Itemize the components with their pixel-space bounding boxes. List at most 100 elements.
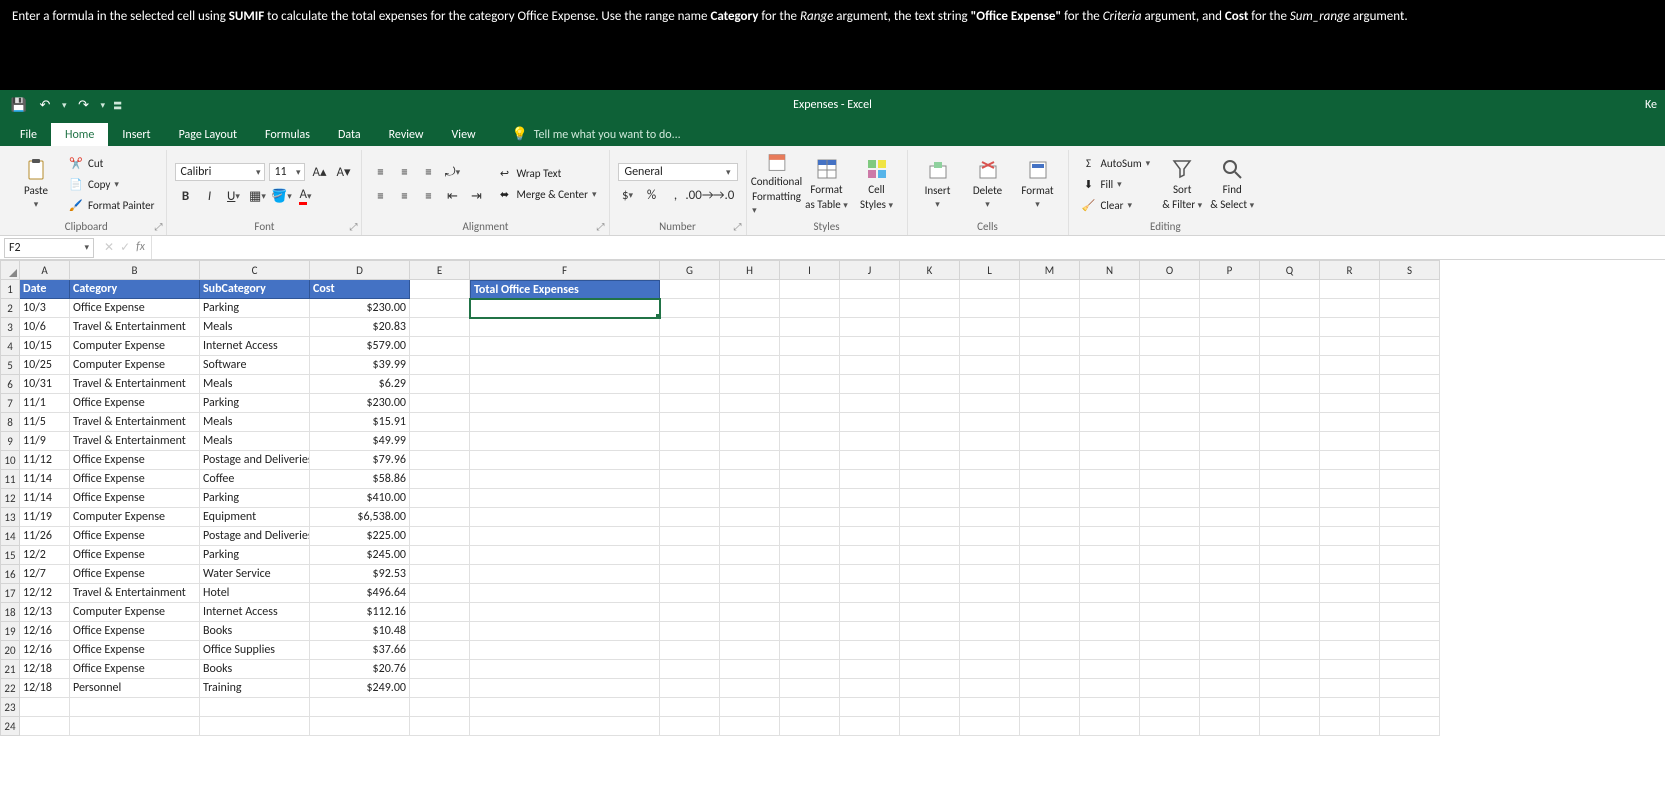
column-header-S[interactable]: S: [1380, 260, 1440, 280]
fill-button[interactable]: ⬇Fill ▾: [1077, 174, 1155, 194]
cell-O15[interactable]: [1140, 546, 1200, 565]
cell-F15[interactable]: [470, 546, 660, 565]
cell-C5[interactable]: Software: [200, 356, 310, 375]
cell-N20[interactable]: [1080, 641, 1140, 660]
cell-G3[interactable]: [660, 318, 720, 337]
cell-R10[interactable]: [1320, 451, 1380, 470]
increase-decimal-icon[interactable]: .00→: [690, 185, 710, 205]
cell-R17[interactable]: [1320, 584, 1380, 603]
cell-Q9[interactable]: [1260, 432, 1320, 451]
cell-R15[interactable]: [1320, 546, 1380, 565]
cell-H17[interactable]: [720, 584, 780, 603]
cell-S2[interactable]: [1380, 299, 1440, 318]
cell-I3[interactable]: [780, 318, 840, 337]
cell-A14[interactable]: 11/26: [20, 527, 70, 546]
cell-L17[interactable]: [960, 584, 1020, 603]
cell-D22[interactable]: $249.00: [310, 679, 410, 698]
cell-L13[interactable]: [960, 508, 1020, 527]
cell-C14[interactable]: Postage and Deliveries: [200, 527, 310, 546]
cell-O17[interactable]: [1140, 584, 1200, 603]
cell-H12[interactable]: [720, 489, 780, 508]
qat-customize-icon[interactable]: 〓: [113, 99, 122, 112]
cell-O8[interactable]: [1140, 413, 1200, 432]
cell-P17[interactable]: [1200, 584, 1260, 603]
cell-B10[interactable]: Office Expense: [70, 451, 200, 470]
cell-K2[interactable]: [900, 299, 960, 318]
cell-O16[interactable]: [1140, 565, 1200, 584]
cell-A4[interactable]: 10/15: [20, 337, 70, 356]
cell-P7[interactable]: [1200, 394, 1260, 413]
cell-G16[interactable]: [660, 565, 720, 584]
cell-A21[interactable]: 12/18: [20, 660, 70, 679]
cell-M19[interactable]: [1020, 622, 1080, 641]
cell-P24[interactable]: [1200, 717, 1260, 736]
row-header-9[interactable]: 9: [0, 432, 20, 451]
row-header-1[interactable]: 1: [0, 280, 20, 299]
cell-B14[interactable]: Office Expense: [70, 527, 200, 546]
cell-E23[interactable]: [410, 698, 470, 717]
cell-Q2[interactable]: [1260, 299, 1320, 318]
cell-D11[interactable]: $58.86: [310, 470, 410, 489]
cell-G9[interactable]: [660, 432, 720, 451]
cell-O4[interactable]: [1140, 337, 1200, 356]
cell-C18[interactable]: Internet Access: [200, 603, 310, 622]
cell-C12[interactable]: Parking: [200, 489, 310, 508]
cell-I18[interactable]: [780, 603, 840, 622]
cell-M23[interactable]: [1020, 698, 1080, 717]
tab-review[interactable]: Review: [375, 123, 438, 146]
cell-P21[interactable]: [1200, 660, 1260, 679]
cell-F18[interactable]: [470, 603, 660, 622]
cell-C20[interactable]: Office Supplies: [200, 641, 310, 660]
cell-N4[interactable]: [1080, 337, 1140, 356]
cell-D7[interactable]: $230.00: [310, 394, 410, 413]
cell-R5[interactable]: [1320, 356, 1380, 375]
cell-E7[interactable]: [410, 394, 470, 413]
cell-P22[interactable]: [1200, 679, 1260, 698]
cell-E17[interactable]: [410, 584, 470, 603]
cell-C24[interactable]: [200, 717, 310, 736]
cell-F23[interactable]: [470, 698, 660, 717]
cell-N15[interactable]: [1080, 546, 1140, 565]
paste-button[interactable]: Paste▾: [14, 152, 58, 216]
cell-S11[interactable]: [1380, 470, 1440, 489]
cell-R14[interactable]: [1320, 527, 1380, 546]
cell-I9[interactable]: [780, 432, 840, 451]
cell-P13[interactable]: [1200, 508, 1260, 527]
cell-F3[interactable]: [470, 318, 660, 337]
cell-A12[interactable]: 11/14: [20, 489, 70, 508]
cell-D16[interactable]: $92.53: [310, 565, 410, 584]
cell-L5[interactable]: [960, 356, 1020, 375]
cell-G7[interactable]: [660, 394, 720, 413]
clipboard-launcher-icon[interactable]: ⤢: [154, 220, 162, 233]
cell-Q8[interactable]: [1260, 413, 1320, 432]
cell-A6[interactable]: 10/31: [20, 375, 70, 394]
cell-O20[interactable]: [1140, 641, 1200, 660]
cell-E16[interactable]: [410, 565, 470, 584]
row-header-18[interactable]: 18: [0, 603, 20, 622]
cell-R24[interactable]: [1320, 717, 1380, 736]
cell-K19[interactable]: [900, 622, 960, 641]
cell-N23[interactable]: [1080, 698, 1140, 717]
cell-P14[interactable]: [1200, 527, 1260, 546]
cell-L10[interactable]: [960, 451, 1020, 470]
cell-P8[interactable]: [1200, 413, 1260, 432]
cell-I7[interactable]: [780, 394, 840, 413]
row-header-4[interactable]: 4: [0, 337, 20, 356]
cell-O22[interactable]: [1140, 679, 1200, 698]
cell-B24[interactable]: [70, 717, 200, 736]
cell-G15[interactable]: [660, 546, 720, 565]
save-icon[interactable]: 💾: [8, 94, 30, 116]
cell-E11[interactable]: [410, 470, 470, 489]
cell-S8[interactable]: [1380, 413, 1440, 432]
cell-G17[interactable]: [660, 584, 720, 603]
cell-Q5[interactable]: [1260, 356, 1320, 375]
cell-S5[interactable]: [1380, 356, 1440, 375]
cell-R21[interactable]: [1320, 660, 1380, 679]
cell-Q3[interactable]: [1260, 318, 1320, 337]
cell-F9[interactable]: [470, 432, 660, 451]
cell-E21[interactable]: [410, 660, 470, 679]
cell-B3[interactable]: Travel & Entertainment: [70, 318, 200, 337]
cell-S13[interactable]: [1380, 508, 1440, 527]
cell-N1[interactable]: [1080, 280, 1140, 299]
cell-S23[interactable]: [1380, 698, 1440, 717]
